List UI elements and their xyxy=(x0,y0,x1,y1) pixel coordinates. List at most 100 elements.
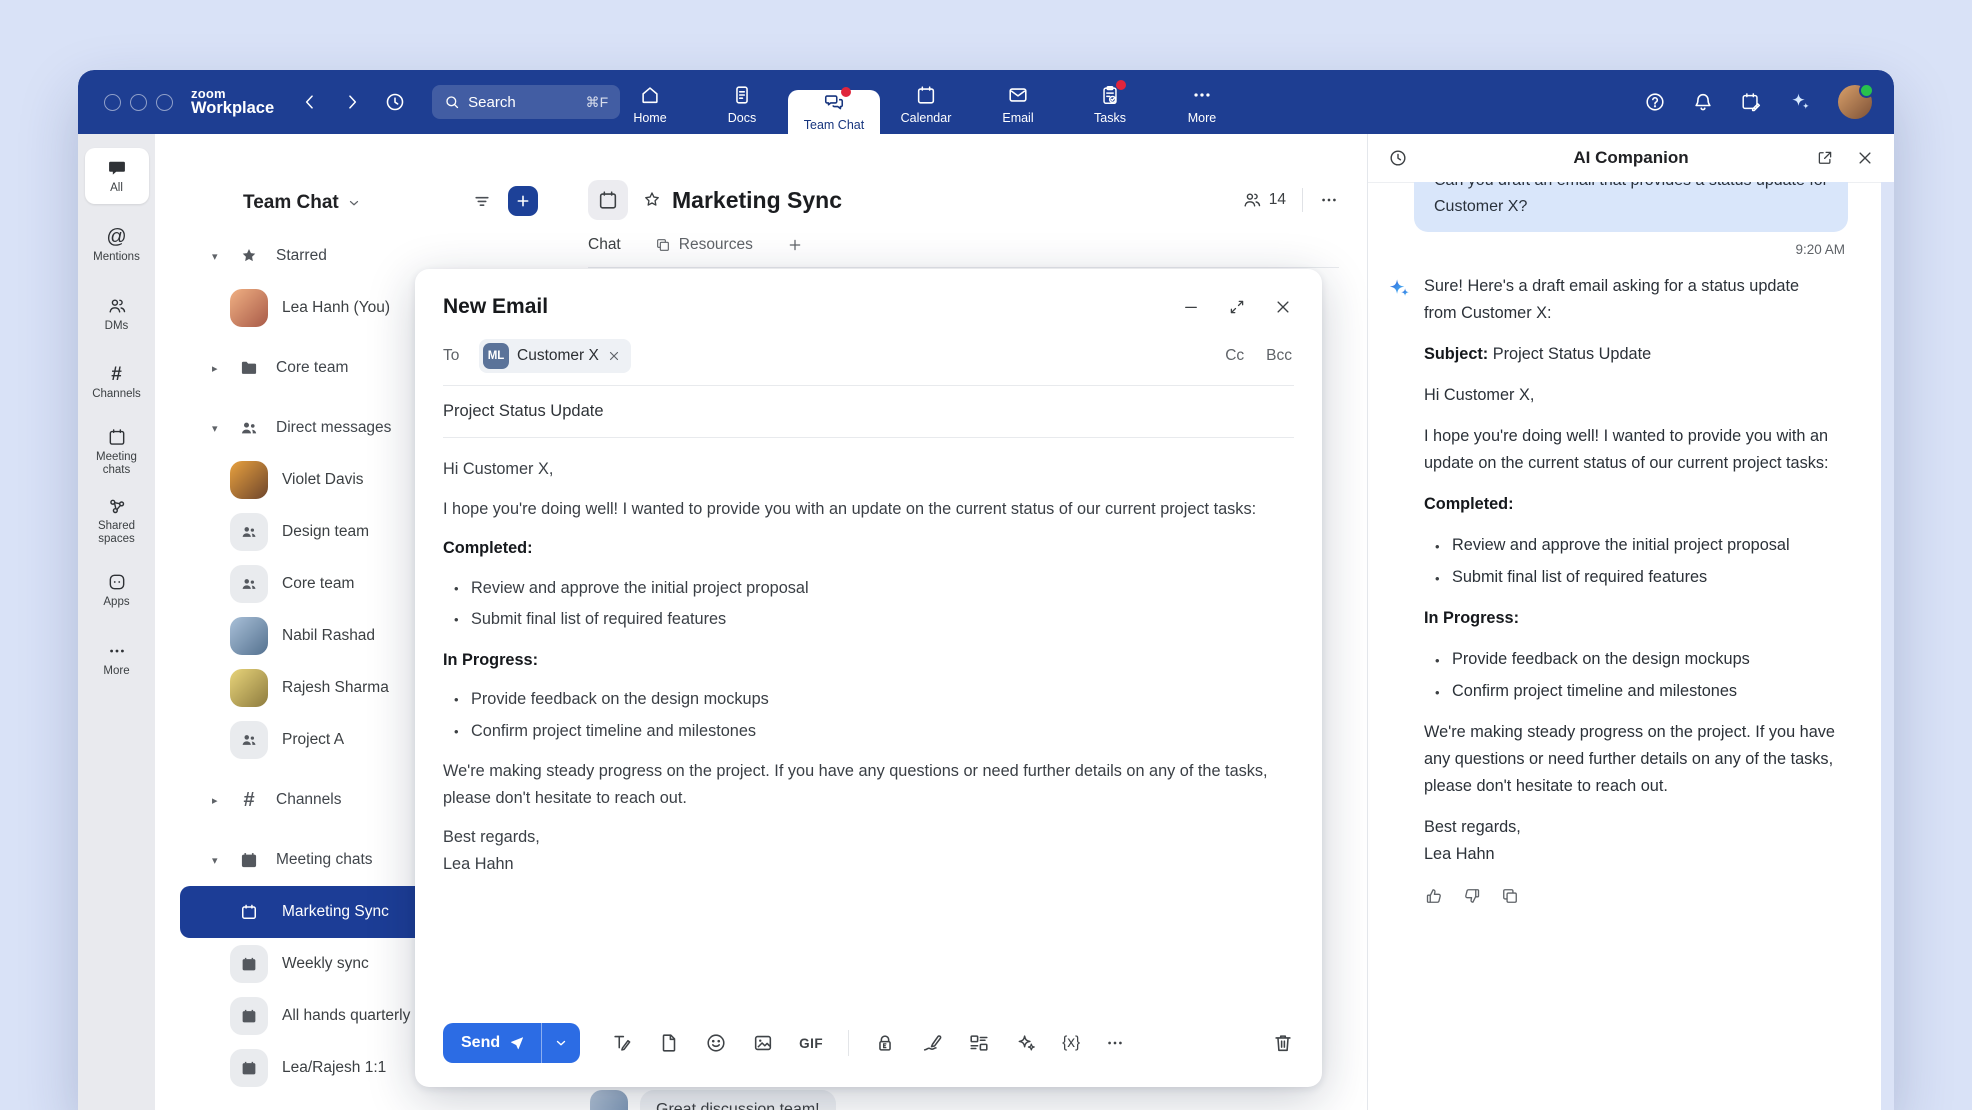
help-icon[interactable] xyxy=(1644,91,1666,113)
history-icon[interactable] xyxy=(384,91,406,113)
members-icon xyxy=(1242,190,1262,210)
star-outline-icon[interactable] xyxy=(642,190,662,210)
presence-dot xyxy=(1859,83,1874,98)
nav-team-chat[interactable]: Team Chat xyxy=(788,90,880,135)
insert-image-icon[interactable] xyxy=(752,1032,774,1054)
close-icon[interactable] xyxy=(1274,298,1292,316)
send-button-group[interactable]: Send xyxy=(443,1023,580,1063)
scrollbar[interactable] xyxy=(1881,182,1894,1110)
folder-icon xyxy=(236,358,262,378)
mentions-icon: @ xyxy=(106,227,126,247)
back-icon[interactable] xyxy=(300,92,320,112)
nav-home[interactable]: Home xyxy=(604,70,696,134)
notifications-icon[interactable] xyxy=(1692,91,1714,113)
close-panel-icon[interactable] xyxy=(1856,149,1874,167)
rail-item-meeting-chats[interactable]: Meeting chats xyxy=(85,424,149,480)
meeting-icon xyxy=(230,945,268,983)
caret-down-icon: ▾ xyxy=(212,422,218,435)
people-icon xyxy=(236,418,262,438)
channels-icon: # xyxy=(111,365,122,384)
channel-calendar-icon xyxy=(588,180,628,220)
home-icon xyxy=(639,84,661,106)
template-fields-icon[interactable] xyxy=(968,1032,990,1054)
rail-item-dms[interactable]: DMs xyxy=(85,286,149,342)
ai-compose-icon[interactable] xyxy=(1015,1032,1037,1054)
signature-icon[interactable] xyxy=(921,1032,943,1054)
subject-field[interactable]: Project Status Update xyxy=(415,386,1322,437)
team-chat-badge xyxy=(841,87,851,97)
send-options-button[interactable] xyxy=(542,1023,580,1063)
ai-greeting: Hi Customer X, xyxy=(1424,382,1835,409)
thumbs-down-icon[interactable] xyxy=(1462,886,1482,906)
open-external-icon[interactable] xyxy=(1816,149,1834,167)
tab-resources[interactable]: Resources xyxy=(655,236,753,254)
shared-spaces-icon xyxy=(107,496,127,516)
team-chat-icon xyxy=(823,91,845,113)
variables-icon[interactable]: {x} xyxy=(1062,1034,1080,1052)
topbar: zoom Workplace Search ⌘F Home Docs xyxy=(78,70,1894,134)
filter-icon[interactable] xyxy=(472,191,492,211)
send-button[interactable]: Send xyxy=(443,1023,542,1063)
close-window-dot[interactable] xyxy=(104,94,121,111)
minimize-icon[interactable] xyxy=(1182,298,1200,316)
email-completed-list: Review and approve the initial project p… xyxy=(443,575,1294,633)
ai-history-icon[interactable] xyxy=(1388,148,1408,168)
avatar xyxy=(230,669,268,707)
recipient-name: Customer X xyxy=(517,347,599,365)
channel-more-icon[interactable] xyxy=(1319,190,1339,210)
rail-item-mentions[interactable]: @ Mentions xyxy=(85,217,149,273)
calendar-edit-icon[interactable] xyxy=(1740,91,1762,113)
rail-item-shared-spaces[interactable]: Shared spaces xyxy=(85,493,149,549)
rail-item-all[interactable]: All xyxy=(85,148,149,204)
left-rail: All @ Mentions DMs # Channels Meeting ch… xyxy=(78,134,155,1110)
copy-icon[interactable] xyxy=(1500,886,1520,906)
chat-message: Great discussion team! xyxy=(590,1090,836,1110)
rail-item-apps[interactable]: Apps xyxy=(85,562,149,618)
list-item: Submit final list of required features xyxy=(1450,564,1835,591)
window-traffic-lights[interactable] xyxy=(104,94,173,111)
nav-more[interactable]: More xyxy=(1156,70,1248,134)
email-inprogress-label: In Progress: xyxy=(443,647,1294,674)
new-chat-button[interactable] xyxy=(508,186,538,216)
gif-icon[interactable]: GIF xyxy=(799,1036,823,1051)
zoom-window-dot[interactable] xyxy=(156,94,173,111)
expand-icon[interactable] xyxy=(1228,298,1246,316)
nav-calendar[interactable]: Calendar xyxy=(880,70,972,134)
nav-email[interactable]: Email xyxy=(972,70,1064,134)
chevron-down-icon xyxy=(347,196,361,210)
caret-down-icon: ▾ xyxy=(212,854,218,867)
nav-tasks[interactable]: Tasks xyxy=(1064,70,1156,134)
rail-item-more[interactable]: More xyxy=(85,631,149,687)
new-email-modal: New Email To ML Customer X Cc Bcc Projec… xyxy=(415,269,1322,1087)
encrypt-icon[interactable] xyxy=(874,1032,896,1054)
cc-button[interactable]: Cc xyxy=(1225,347,1244,365)
avatar xyxy=(590,1090,628,1110)
toolbar-more-icon[interactable] xyxy=(1105,1033,1125,1053)
members-button[interactable]: 14 xyxy=(1242,190,1286,210)
rail-item-channels[interactable]: # Channels xyxy=(85,355,149,411)
emoji-icon[interactable] xyxy=(705,1032,727,1054)
avatar xyxy=(230,289,268,327)
user-prompt-bubble: Can you draft an email that provides a s… xyxy=(1414,182,1848,232)
team-chat-title[interactable]: Team Chat xyxy=(243,192,361,214)
minimize-window-dot[interactable] xyxy=(130,94,147,111)
thumbs-up-icon[interactable] xyxy=(1424,886,1444,906)
nav-docs[interactable]: Docs xyxy=(696,70,788,134)
ai-closing: We're making steady progress on the proj… xyxy=(1424,719,1835,800)
add-tab-button[interactable] xyxy=(787,237,803,253)
ai-signoff: Best regards, xyxy=(1424,814,1835,841)
attach-file-icon[interactable] xyxy=(658,1032,680,1054)
search-input[interactable]: Search ⌘F xyxy=(432,85,620,119)
ai-sparkle-icon[interactable] xyxy=(1788,90,1812,114)
user-avatar[interactable] xyxy=(1838,85,1872,119)
remove-recipient-icon[interactable] xyxy=(607,349,621,363)
email-body-editor[interactable]: Hi Customer X, I hope you're doing well!… xyxy=(415,438,1322,877)
recipient-chip[interactable]: ML Customer X xyxy=(479,339,631,373)
tab-chat[interactable]: Chat xyxy=(588,236,621,254)
divider xyxy=(1302,188,1303,212)
forward-icon[interactable] xyxy=(342,92,362,112)
email-icon xyxy=(1007,84,1029,106)
bcc-button[interactable]: Bcc xyxy=(1266,347,1292,365)
discard-draft-icon[interactable] xyxy=(1272,1032,1294,1054)
format-text-icon[interactable] xyxy=(611,1032,633,1054)
